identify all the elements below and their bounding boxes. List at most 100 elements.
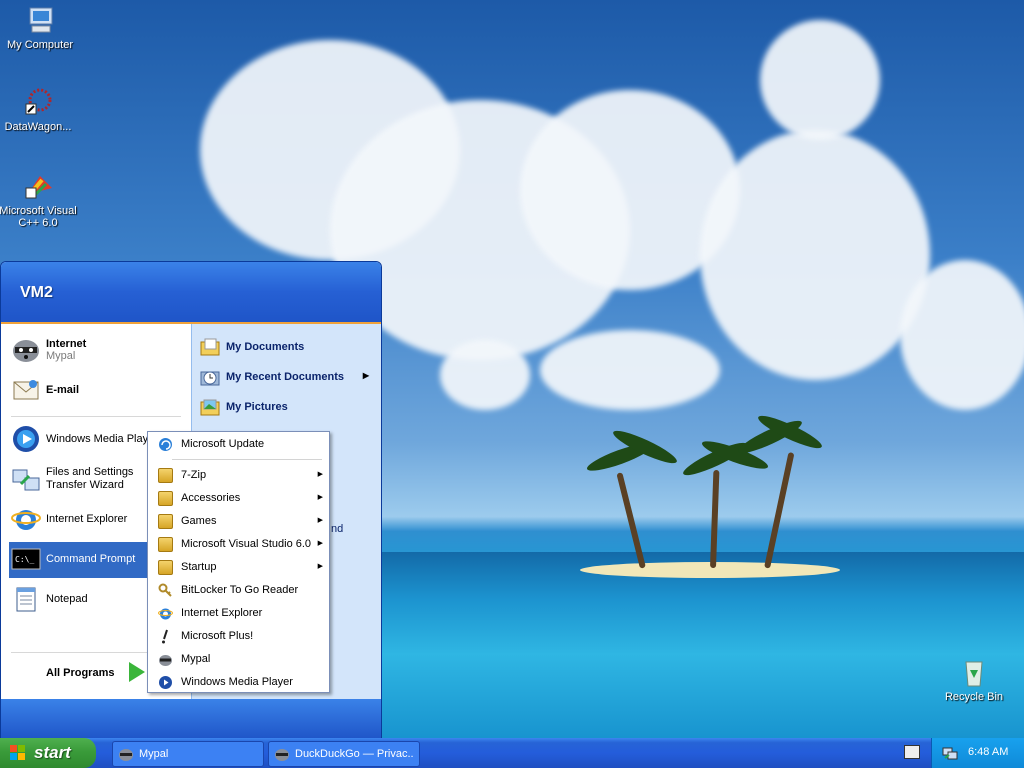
all-programs-arrow-icon[interactable]	[129, 662, 145, 682]
submenu-item-visual-studio[interactable]: Microsoft Visual Studio 6.0 ▶	[150, 533, 327, 555]
bitlocker-icon	[158, 583, 173, 598]
right-label: My Recent Documents	[226, 371, 344, 383]
right-my-recent-documents[interactable]: My Recent Documents ▶	[199, 364, 377, 390]
desktop-icon-visual-cpp[interactable]: Microsoft Visual C++ 6.0	[0, 170, 78, 229]
ie-icon	[11, 504, 41, 534]
submenu-item-microsoft-update[interactable]: Microsoft Update	[150, 433, 327, 455]
ms-plus-icon	[158, 629, 173, 644]
mypal-raccoon-icon	[11, 334, 41, 364]
user-name: VM2	[20, 284, 53, 301]
task-label: DuckDuckGo — Privac...	[295, 748, 413, 760]
submenu-label: Accessories	[181, 492, 241, 504]
submenu-label: Mypal	[181, 653, 211, 665]
submenu-arrow-icon: ▶	[317, 517, 323, 524]
submenu-item-7zip[interactable]: 7-Zip ▶	[150, 464, 327, 486]
taskbar-task-mypal[interactable]: Mypal	[112, 741, 264, 767]
submenu-label: Microsoft Update	[181, 438, 265, 450]
right-label: My Pictures	[226, 401, 288, 413]
cmd-icon: C:\_	[11, 544, 41, 574]
desktop-icon-recycle-bin[interactable]: Recycle Bin	[934, 656, 1014, 703]
start-button[interactable]: start	[0, 738, 96, 768]
desktop-icon-my-computer[interactable]: My Computer	[0, 4, 80, 51]
desktop-icon-label: DataWagon...	[4, 121, 72, 133]
system-tray: 6:48 AM	[931, 738, 1024, 768]
recycle-bin-icon	[958, 656, 990, 688]
start-menu-footer	[1, 699, 381, 739]
right-partial-text: nd	[331, 523, 344, 535]
recent-label: Internet Explorer	[46, 513, 128, 525]
recent-label: Command Prompt	[46, 553, 136, 565]
pinned-internet[interactable]: Internet Mypal	[9, 332, 189, 368]
submenu-item-bitlocker[interactable]: BitLocker To Go Reader	[150, 579, 327, 601]
submenu-item-mypal[interactable]: Mypal	[150, 648, 327, 670]
clock[interactable]: 6:48 AM	[968, 746, 1008, 758]
submenu-item-accessories[interactable]: Accessories ▶	[150, 487, 327, 509]
desktop-icon-label: My Computer	[6, 39, 74, 51]
start-button-label: start	[34, 743, 71, 762]
desktop-icon-label: Recycle Bin	[944, 691, 1004, 703]
transfer-wizard-icon	[11, 464, 41, 494]
desktop-icon-label: Microsoft Visual C++ 6.0	[0, 205, 77, 229]
pinned-email[interactable]: E-mail	[9, 372, 189, 408]
separator	[172, 459, 322, 460]
ms-update-icon	[158, 437, 173, 452]
submenu-item-internet-explorer[interactable]: Internet Explorer	[150, 602, 327, 624]
submenu-label: Startup	[181, 561, 217, 573]
svg-text:C:\_: C:\_	[15, 555, 34, 564]
submenu-label: Games	[181, 515, 217, 527]
media-player-icon	[11, 424, 41, 454]
visual-cpp-shortcut-icon	[22, 170, 54, 202]
submenu-item-startup[interactable]: Startup ▶	[150, 556, 327, 578]
folder-icon	[158, 537, 173, 552]
task-label: Mypal	[139, 748, 169, 760]
datawagon-shortcut-icon	[22, 86, 54, 118]
notepad-icon	[11, 584, 41, 614]
submenu-label: Windows Media Player	[181, 676, 293, 688]
all-programs-button[interactable]: All Programs	[46, 667, 114, 679]
ie-icon	[158, 606, 173, 621]
submenu-arrow-icon: ▶	[362, 371, 369, 380]
submenu-arrow-icon: ▶	[317, 540, 323, 547]
submenu-label: BitLocker To Go Reader	[181, 584, 299, 596]
recent-documents-icon	[199, 366, 221, 388]
right-my-documents[interactable]: My Documents	[199, 334, 377, 360]
media-player-icon	[158, 675, 173, 690]
desktop-icon-datawagon[interactable]: DataWagon...	[0, 86, 78, 133]
right-my-pictures[interactable]: My Pictures	[199, 394, 377, 420]
submenu-label: Internet Explorer	[181, 607, 263, 619]
recent-label: Files and Settings Transfer Wizard	[46, 466, 134, 491]
my-pictures-icon	[199, 396, 221, 418]
submenu-label: 7-Zip	[181, 469, 207, 481]
network-icon[interactable]	[942, 745, 958, 761]
email-envelope-icon	[11, 374, 41, 404]
keyboard-icon[interactable]	[904, 745, 920, 759]
separator	[11, 416, 181, 417]
start-menu-header: VM2	[1, 262, 381, 324]
folder-icon	[158, 468, 173, 483]
pinned-subtitle: Mypal	[46, 350, 76, 362]
right-label: My Documents	[226, 341, 305, 353]
windows-logo-icon	[10, 745, 26, 761]
folder-icon	[158, 560, 173, 575]
recent-label: Windows Media Player	[46, 433, 158, 445]
submenu-item-games[interactable]: Games ▶	[150, 510, 327, 532]
submenu-label: Microsoft Visual Studio 6.0	[181, 538, 312, 550]
mypal-raccoon-icon	[118, 746, 134, 762]
pinned-title: E-mail	[46, 384, 80, 396]
mypal-raccoon-icon	[274, 746, 290, 762]
taskbar-task-duckduckgo[interactable]: DuckDuckGo — Privac...	[268, 741, 420, 767]
submenu-item-windows-media-player[interactable]: Windows Media Player	[150, 671, 327, 693]
submenu-item-microsoft-plus[interactable]: Microsoft Plus!	[150, 625, 327, 647]
folder-icon	[158, 491, 173, 506]
submenu-arrow-icon: ▶	[317, 471, 323, 478]
mypal-raccoon-icon	[158, 652, 173, 667]
submenu-arrow-icon: ▶	[317, 494, 323, 501]
recent-label: Notepad	[46, 593, 88, 605]
folder-icon	[158, 514, 173, 529]
all-programs-submenu: Microsoft Update 7-Zip ▶ Accessories ▶ G…	[147, 431, 330, 693]
submenu-label: Microsoft Plus!	[181, 630, 254, 642]
my-documents-icon	[199, 336, 221, 358]
submenu-arrow-icon: ▶	[317, 563, 323, 570]
my-computer-icon	[24, 4, 56, 36]
pinned-title: Internet	[46, 338, 87, 350]
